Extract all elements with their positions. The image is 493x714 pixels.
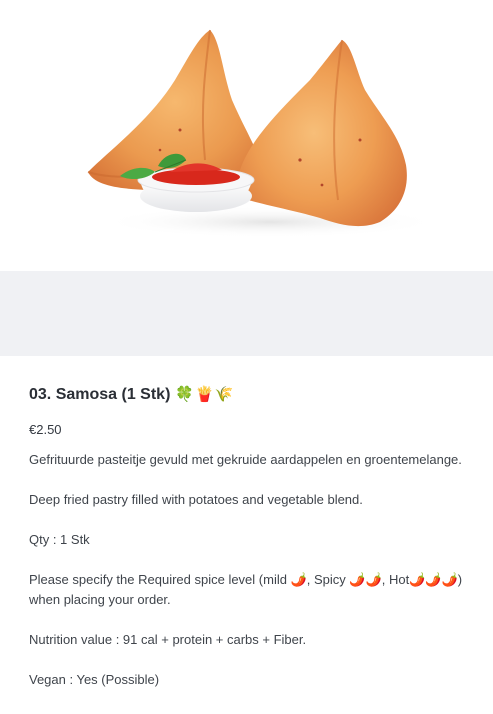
spice-note-prefix: Please specify the Required spice level … — [29, 572, 291, 587]
vegan-info: Vegan : Yes (Possible) — [29, 672, 160, 687]
fries-icon: 🍟 — [195, 386, 214, 403]
clover-icon: 🍀 — [175, 386, 195, 403]
chili-mild-icon: 🌶️ — [290, 572, 307, 587]
wheat-icon: 🌾 — [214, 386, 234, 403]
product-title-text: 03. Samosa (1 Stk) — [29, 386, 171, 403]
spice-level-note: Please specify the Required spice level … — [29, 570, 474, 610]
chili-hot-icon: 🌶️🌶️🌶️ — [409, 572, 458, 587]
spice-hot-label: , Hot — [381, 572, 410, 587]
dietary-icons: 🍀 🍟 🌾 — [175, 384, 233, 406]
spice-spicy-label: , Spicy — [306, 572, 350, 587]
description-english: Deep fried pastry filled with potatoes a… — [29, 492, 363, 507]
product-title: 03. Samosa (1 Stk) 🍀 🍟 🌾 — [29, 384, 474, 406]
product-price: €2.50 — [29, 422, 62, 437]
description-dutch: Gefrituurde pasteitje gevuld met gekruid… — [29, 452, 462, 467]
product-info: 03. Samosa (1 Stk) 🍀 🍟 🌾 €2.50 Gefrituur… — [29, 384, 474, 690]
product-detail-page: 03. Samosa (1 Stk) 🍀 🍟 🌾 €2.50 Gefrituur… — [0, 0, 493, 714]
image-band — [0, 271, 493, 356]
product-image — [0, 0, 493, 271]
samosa-photo — [87, 29, 440, 238]
chili-spicy-icon: 🌶️🌶️ — [349, 572, 382, 587]
quantity-info: Qty : 1 Stk — [29, 532, 90, 547]
nutrition-info: Nutrition value : 91 cal + protein + car… — [29, 632, 307, 647]
